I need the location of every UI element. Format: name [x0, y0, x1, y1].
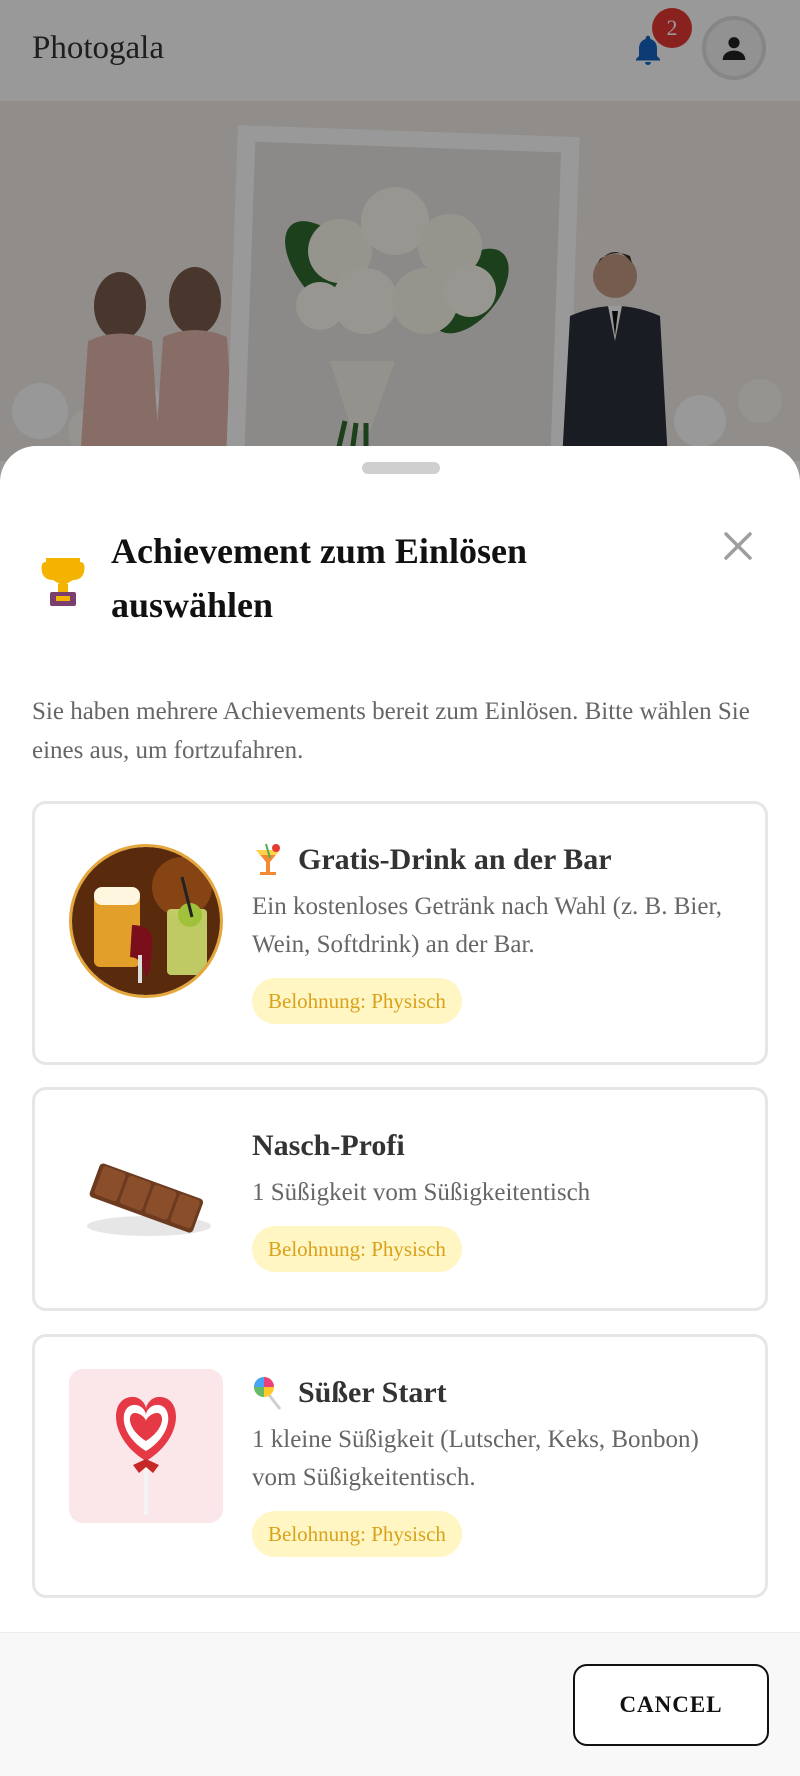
close-button[interactable]	[718, 526, 758, 566]
card-description: 1 kleine Süßigkeit (Lutscher, Keks, Bonb…	[252, 1426, 699, 1491]
reward-badge: Belohnung: Physisch	[252, 978, 462, 1024]
card-title: Süßer Start	[298, 1376, 447, 1409]
drag-handle[interactable]	[362, 462, 440, 474]
achievement-card-nasch-profi[interactable]: Nasch-Profi 1 Süßigkeit vom Süßigkeitent…	[32, 1087, 768, 1311]
lollipop-image	[69, 1369, 223, 1523]
card-title: Nasch-Profi	[252, 1129, 405, 1162]
lollipop-icon	[252, 1375, 284, 1411]
reward-badge: Belohnung: Physisch	[252, 1226, 462, 1272]
achievement-card-suesser-start[interactable]: Süßer Start 1 kleine Süßigkeit (Lutscher…	[32, 1334, 768, 1598]
card-title: Gratis-Drink an der Bar	[298, 843, 612, 876]
card-title-row: Nasch-Profi	[252, 1124, 742, 1168]
card-content: Gratis-Drink an der Bar Ein kostenloses …	[252, 838, 742, 1024]
card-title-row: Süßer Start	[252, 1371, 742, 1415]
trophy-icon	[40, 552, 86, 608]
cancel-button[interactable]: CANCEL	[573, 1664, 769, 1746]
card-description: Ein kostenloses Getränk nach Wahl (z. B.…	[252, 893, 723, 958]
sheet-title: Achievement zum Einlösen auswählen	[111, 531, 527, 625]
close-icon	[724, 532, 752, 560]
card-content: Nasch-Profi 1 Süßigkeit vom Süßigkeitent…	[252, 1124, 742, 1272]
card-title-row: Gratis-Drink an der Bar	[252, 838, 742, 882]
reward-badge: Belohnung: Physisch	[252, 1511, 462, 1557]
card-content: Süßer Start 1 kleine Süßigkeit (Lutscher…	[252, 1371, 742, 1557]
chocolate-image	[69, 1122, 223, 1276]
achievement-card-gratis-drink[interactable]: Gratis-Drink an der Bar Ein kostenloses …	[32, 801, 768, 1065]
sheet-description: Sie haben mehrere Achievements bereit zu…	[32, 698, 750, 764]
cocktail-icon	[252, 842, 284, 878]
drinks-image	[69, 844, 223, 998]
card-description: 1 Süßigkeit vom Süßigkeitentisch	[252, 1179, 591, 1206]
achievement-bottom-sheet: Achievement zum Einlösen auswählen Sie h…	[0, 446, 800, 1776]
